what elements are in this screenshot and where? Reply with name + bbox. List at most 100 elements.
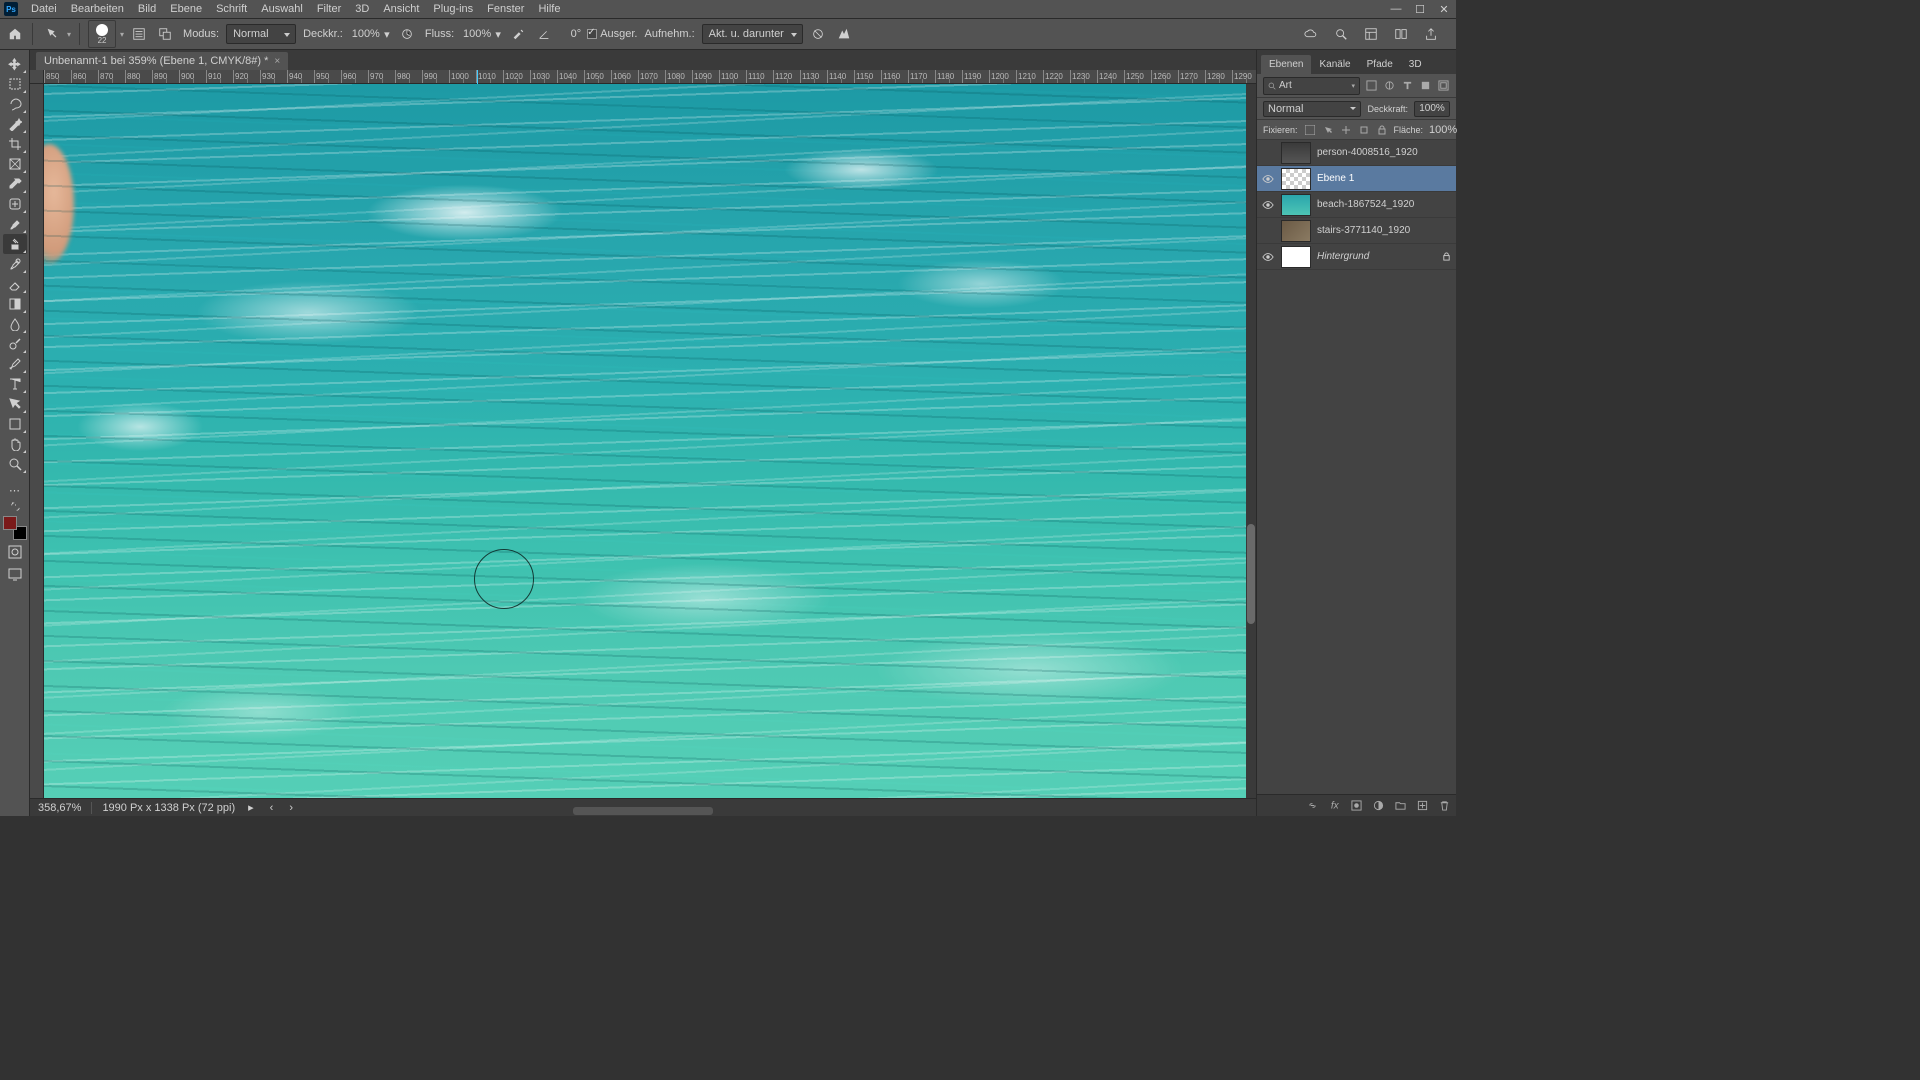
- brush-settings-icon[interactable]: [128, 23, 150, 45]
- tool-pen[interactable]: [3, 354, 27, 374]
- color-swatches[interactable]: [3, 516, 27, 540]
- menu-bearbeiten[interactable]: Bearbeiten: [64, 1, 131, 17]
- document-tab[interactable]: Unbenannt-1 bei 359% (Ebene 1, CMYK/8#) …: [36, 52, 288, 70]
- sample-select[interactable]: Akt. u. darunter: [702, 24, 803, 44]
- layer-row[interactable]: stairs-3771140_1920: [1257, 218, 1456, 244]
- layer-thumbnail[interactable]: [1281, 220, 1311, 242]
- flow-chevron-icon[interactable]: ▾: [493, 25, 503, 43]
- layer-blend-mode-select[interactable]: Normal: [1263, 101, 1361, 117]
- minimize-button[interactable]: —: [1384, 0, 1408, 18]
- canvas[interactable]: [44, 84, 1246, 798]
- panel-tab-pfade[interactable]: Pfade: [1359, 55, 1401, 74]
- home-button[interactable]: [6, 25, 24, 43]
- aligned-checkbox[interactable]: Ausger.: [587, 28, 637, 40]
- layer-visibility-icon[interactable]: [1261, 172, 1275, 186]
- scrollbar-thumb[interactable]: [1247, 524, 1255, 624]
- arrange-icon[interactable]: [1390, 23, 1412, 45]
- menu-bild[interactable]: Bild: [131, 1, 163, 17]
- tool-crop[interactable]: [3, 134, 27, 154]
- tool-marquee[interactable]: [3, 74, 27, 94]
- tool-shape[interactable]: [3, 414, 27, 434]
- panel-tab-3d[interactable]: 3D: [1401, 55, 1430, 74]
- ruler-vertical[interactable]: [30, 84, 44, 798]
- layer-mask-icon[interactable]: [1348, 798, 1364, 814]
- layer-visibility-icon[interactable]: [1261, 250, 1275, 264]
- layer-thumbnail[interactable]: [1281, 168, 1311, 190]
- menu-ebene[interactable]: Ebene: [163, 1, 209, 17]
- tool-dodge[interactable]: [3, 334, 27, 354]
- lock-position-icon[interactable]: [1322, 123, 1334, 137]
- foreground-color[interactable]: [3, 516, 17, 530]
- tool-type[interactable]: [3, 374, 27, 394]
- scrollbar-horizontal[interactable]: [573, 807, 713, 815]
- airbrush-icon[interactable]: [507, 23, 529, 45]
- layer-name[interactable]: Ebene 1: [1317, 173, 1452, 184]
- tool-gradient[interactable]: [3, 294, 27, 314]
- blend-mode-select[interactable]: Normal: [226, 24, 296, 44]
- panel-tab-ebenen[interactable]: Ebenen: [1261, 55, 1311, 74]
- layer-name[interactable]: beach-1867524_1920: [1317, 199, 1452, 210]
- tool-eyedropper[interactable]: [3, 174, 27, 194]
- close-tab-icon[interactable]: ×: [274, 56, 280, 67]
- menu-datei[interactable]: Datei: [24, 1, 64, 17]
- layer-filter-select[interactable]: ▾: [1263, 77, 1360, 95]
- cloud-icon[interactable]: [1300, 23, 1322, 45]
- status-prev-icon[interactable]: ‹: [267, 802, 277, 814]
- tool-frame[interactable]: [3, 154, 27, 174]
- layer-thumbnail[interactable]: [1281, 246, 1311, 268]
- layer-name[interactable]: Hintergrund: [1317, 251, 1436, 262]
- tool-move[interactable]: [3, 54, 27, 74]
- layer-style-icon[interactable]: fx: [1326, 798, 1342, 814]
- flow-input[interactable]: [461, 28, 493, 40]
- new-layer-icon[interactable]: [1414, 798, 1430, 814]
- clone-source-icon[interactable]: [154, 23, 176, 45]
- tool-preset-icon[interactable]: [41, 23, 63, 45]
- opacity-input[interactable]: [350, 28, 382, 40]
- tool-clone[interactable]: [3, 234, 27, 254]
- menu-schrift[interactable]: Schrift: [209, 1, 254, 17]
- close-button[interactable]: ✕: [1432, 0, 1456, 18]
- layer-name[interactable]: stairs-3771140_1920: [1317, 225, 1452, 236]
- filter-adjust-icon[interactable]: [1382, 79, 1396, 93]
- lock-artboard-icon[interactable]: [1358, 123, 1370, 137]
- status-flyout-icon[interactable]: ▸: [245, 801, 257, 814]
- layer-filter-input[interactable]: [1279, 80, 1349, 91]
- ruler-horizontal[interactable]: 8508608708808909009109209309409509609709…: [44, 70, 1256, 84]
- tool-healing[interactable]: [3, 194, 27, 214]
- screenmode-icon[interactable]: [3, 564, 27, 584]
- opacity-chevron-icon[interactable]: ▾: [382, 25, 392, 43]
- brush-preset-picker[interactable]: 22: [88, 20, 116, 48]
- pressure-size-icon[interactable]: [833, 23, 855, 45]
- quickmask-icon[interactable]: [3, 542, 27, 562]
- layer-row[interactable]: Ebene 1: [1257, 166, 1456, 192]
- zoom-readout[interactable]: 358,67%: [38, 802, 81, 814]
- tool-wand[interactable]: [3, 114, 27, 134]
- layer-row[interactable]: person-4008516_1920: [1257, 140, 1456, 166]
- tool-blur[interactable]: [3, 314, 27, 334]
- layer-thumbnail[interactable]: [1281, 142, 1311, 164]
- filter-type-icon[interactable]: [1400, 79, 1414, 93]
- workspace-icon[interactable]: [1360, 23, 1382, 45]
- menu-plug-ins[interactable]: Plug-ins: [426, 1, 480, 17]
- tool-lasso[interactable]: [3, 94, 27, 114]
- menu-ansicht[interactable]: Ansicht: [376, 1, 426, 17]
- menu-3d[interactable]: 3D: [348, 1, 376, 17]
- layer-row[interactable]: Hintergrund: [1257, 244, 1456, 270]
- tool-brush[interactable]: [3, 214, 27, 234]
- layer-thumbnail[interactable]: [1281, 194, 1311, 216]
- menu-auswahl[interactable]: Auswahl: [254, 1, 310, 17]
- panel-tab-kanäle[interactable]: Kanäle: [1311, 55, 1358, 74]
- link-layers-icon[interactable]: [1304, 798, 1320, 814]
- swap-colors-icon[interactable]: [3, 502, 27, 512]
- group-icon[interactable]: [1392, 798, 1408, 814]
- filter-pixel-icon[interactable]: [1364, 79, 1378, 93]
- menu-hilfe[interactable]: Hilfe: [531, 1, 567, 17]
- adjustment-layer-icon[interactable]: [1370, 798, 1386, 814]
- pressure-opacity-icon[interactable]: [396, 23, 418, 45]
- delete-layer-icon[interactable]: [1436, 798, 1452, 814]
- tool-path-select[interactable]: [3, 394, 27, 414]
- layer-visibility-icon[interactable]: [1261, 198, 1275, 212]
- tool-zoom[interactable]: [3, 454, 27, 474]
- more-tools-icon[interactable]: ⋯: [3, 480, 27, 500]
- angle-input[interactable]: [559, 28, 583, 40]
